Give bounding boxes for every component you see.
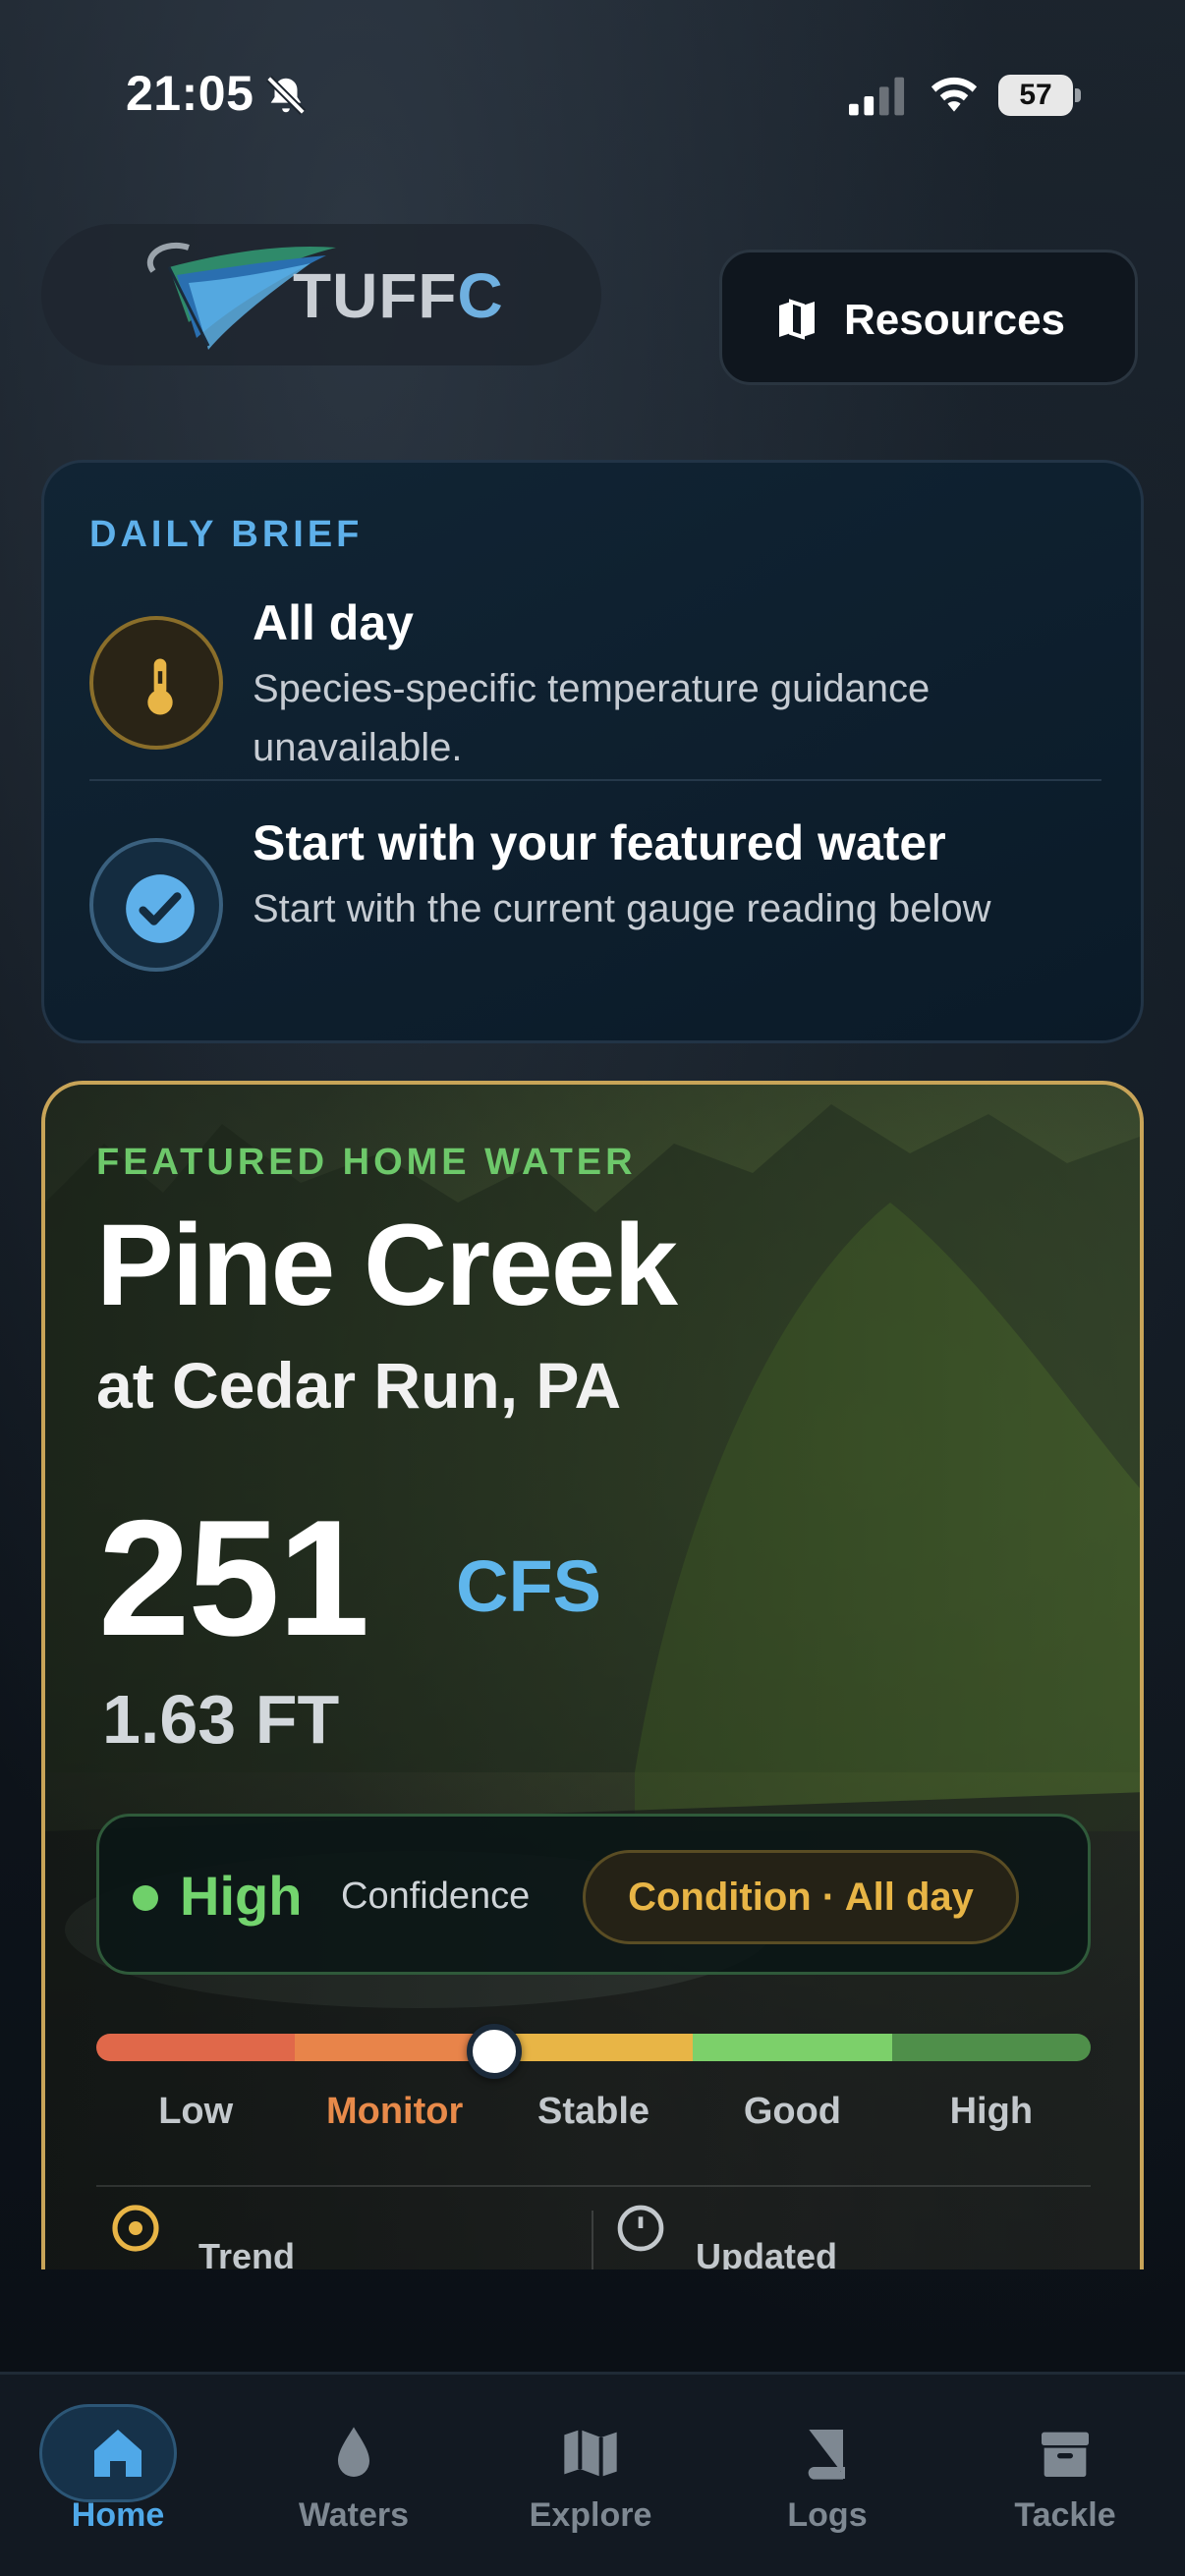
scale-label: Stable bbox=[536, 2091, 650, 2132]
nav-item-explore[interactable]: Explore bbox=[492, 2404, 689, 2551]
meta-divider-vertical bbox=[592, 2211, 593, 2269]
water-drop-icon bbox=[338, 2427, 369, 2477]
water-location: at Cedar Run, PA bbox=[96, 1349, 622, 1422]
map-icon bbox=[779, 299, 815, 340]
bottom-nav: Home Waters Explore Logs Tackle bbox=[0, 2372, 1185, 2576]
nav-item-waters[interactable]: Waters bbox=[255, 2404, 452, 2551]
clock-icon bbox=[617, 2205, 664, 2252]
battery-indicator: 57 bbox=[998, 75, 1081, 116]
water-name: Pine Creek bbox=[96, 1201, 678, 1330]
brief-item-heading: Start with your featured water bbox=[253, 815, 946, 870]
nav-label: Home bbox=[71, 2496, 165, 2534]
nav-item-logs[interactable]: Logs bbox=[729, 2404, 926, 2551]
daily-brief-title: DAILY BRIEF bbox=[89, 514, 364, 555]
featured-kicker: FEATURED HOME WATER bbox=[96, 1142, 637, 1183]
brief-item-detail: Start with the current gauge reading bel… bbox=[253, 887, 991, 930]
brief-item-heading: All day bbox=[253, 595, 414, 650]
check-icon bbox=[126, 874, 195, 943]
condition-badge[interactable]: Condition · All day bbox=[583, 1850, 1019, 1944]
flow-value: 251 bbox=[98, 1485, 369, 1670]
wifi-icon bbox=[931, 77, 978, 112]
status-bar: 21:05 57 bbox=[0, 0, 1185, 196]
scale-label: High bbox=[949, 2091, 1034, 2132]
silent-bell-icon bbox=[266, 76, 306, 115]
check-icon-badge bbox=[89, 838, 223, 972]
status-time: 21:05 bbox=[126, 66, 254, 121]
nav-label: Waters bbox=[298, 2496, 410, 2534]
scale-label: Good bbox=[743, 2091, 842, 2132]
condition-scale-bar bbox=[96, 2034, 1091, 2061]
confidence-panel: High Confidence Condition · All day bbox=[96, 1814, 1091, 1975]
thermometer-icon-badge bbox=[89, 616, 223, 750]
trend-label: Trend bbox=[198, 2236, 296, 2269]
nav-label: Tackle bbox=[1014, 2496, 1116, 2534]
resources-button-label: Resources bbox=[844, 296, 1066, 344]
brief-item-detail: Species-specific temperature guidance un… bbox=[253, 667, 931, 769]
resources-button[interactable]: Resources bbox=[719, 250, 1138, 385]
meta-divider bbox=[96, 2185, 1091, 2187]
cellular-signal-icon bbox=[849, 77, 905, 116]
trend-icon bbox=[112, 2205, 159, 2252]
confidence-label: Confidence bbox=[341, 1876, 531, 1917]
gauge-height: 1.63 FT bbox=[102, 1681, 340, 1758]
logo-wordmark: TUFFC bbox=[293, 260, 504, 331]
scale-label: Monitor bbox=[325, 2091, 464, 2132]
confidence-level: High bbox=[180, 1865, 303, 1927]
confidence-dot-icon bbox=[133, 1885, 158, 1911]
battery-percent: 57 bbox=[1019, 79, 1052, 111]
scale-labels: Low Monitor Stable Good High bbox=[96, 2091, 1091, 2150]
nav-label: Explore bbox=[529, 2496, 652, 2534]
nav-item-tackle[interactable]: Tackle bbox=[967, 2404, 1163, 2551]
scale-segment-monitor bbox=[295, 2034, 494, 2061]
featured-water-card[interactable]: FEATURED HOME WATER Pine Creek at Cedar … bbox=[41, 1081, 1144, 2269]
archive-box-icon bbox=[1042, 2432, 1089, 2477]
scale-segment-high bbox=[891, 2034, 1091, 2061]
flow-unit: CFS bbox=[456, 1545, 601, 1627]
nav-label: Logs bbox=[787, 2496, 868, 2534]
scale-marker bbox=[466, 2024, 522, 2079]
daily-brief-card: DAILY BRIEF All day Species-specific tem… bbox=[41, 460, 1144, 1043]
scale-segment-low bbox=[96, 2034, 296, 2061]
app-logo: TUFFC bbox=[41, 224, 601, 365]
brief-divider bbox=[89, 779, 1101, 781]
home-icon bbox=[94, 2430, 141, 2477]
book-icon bbox=[808, 2430, 845, 2480]
map-icon bbox=[564, 2430, 617, 2477]
thermometer-icon bbox=[147, 658, 173, 715]
scale-segment-good bbox=[693, 2034, 892, 2061]
nav-item-home[interactable]: Home bbox=[20, 2404, 216, 2551]
scale-segment-stable bbox=[493, 2034, 694, 2061]
scale-label: Low bbox=[158, 2091, 234, 2132]
updated-label: Updated bbox=[696, 2236, 837, 2269]
